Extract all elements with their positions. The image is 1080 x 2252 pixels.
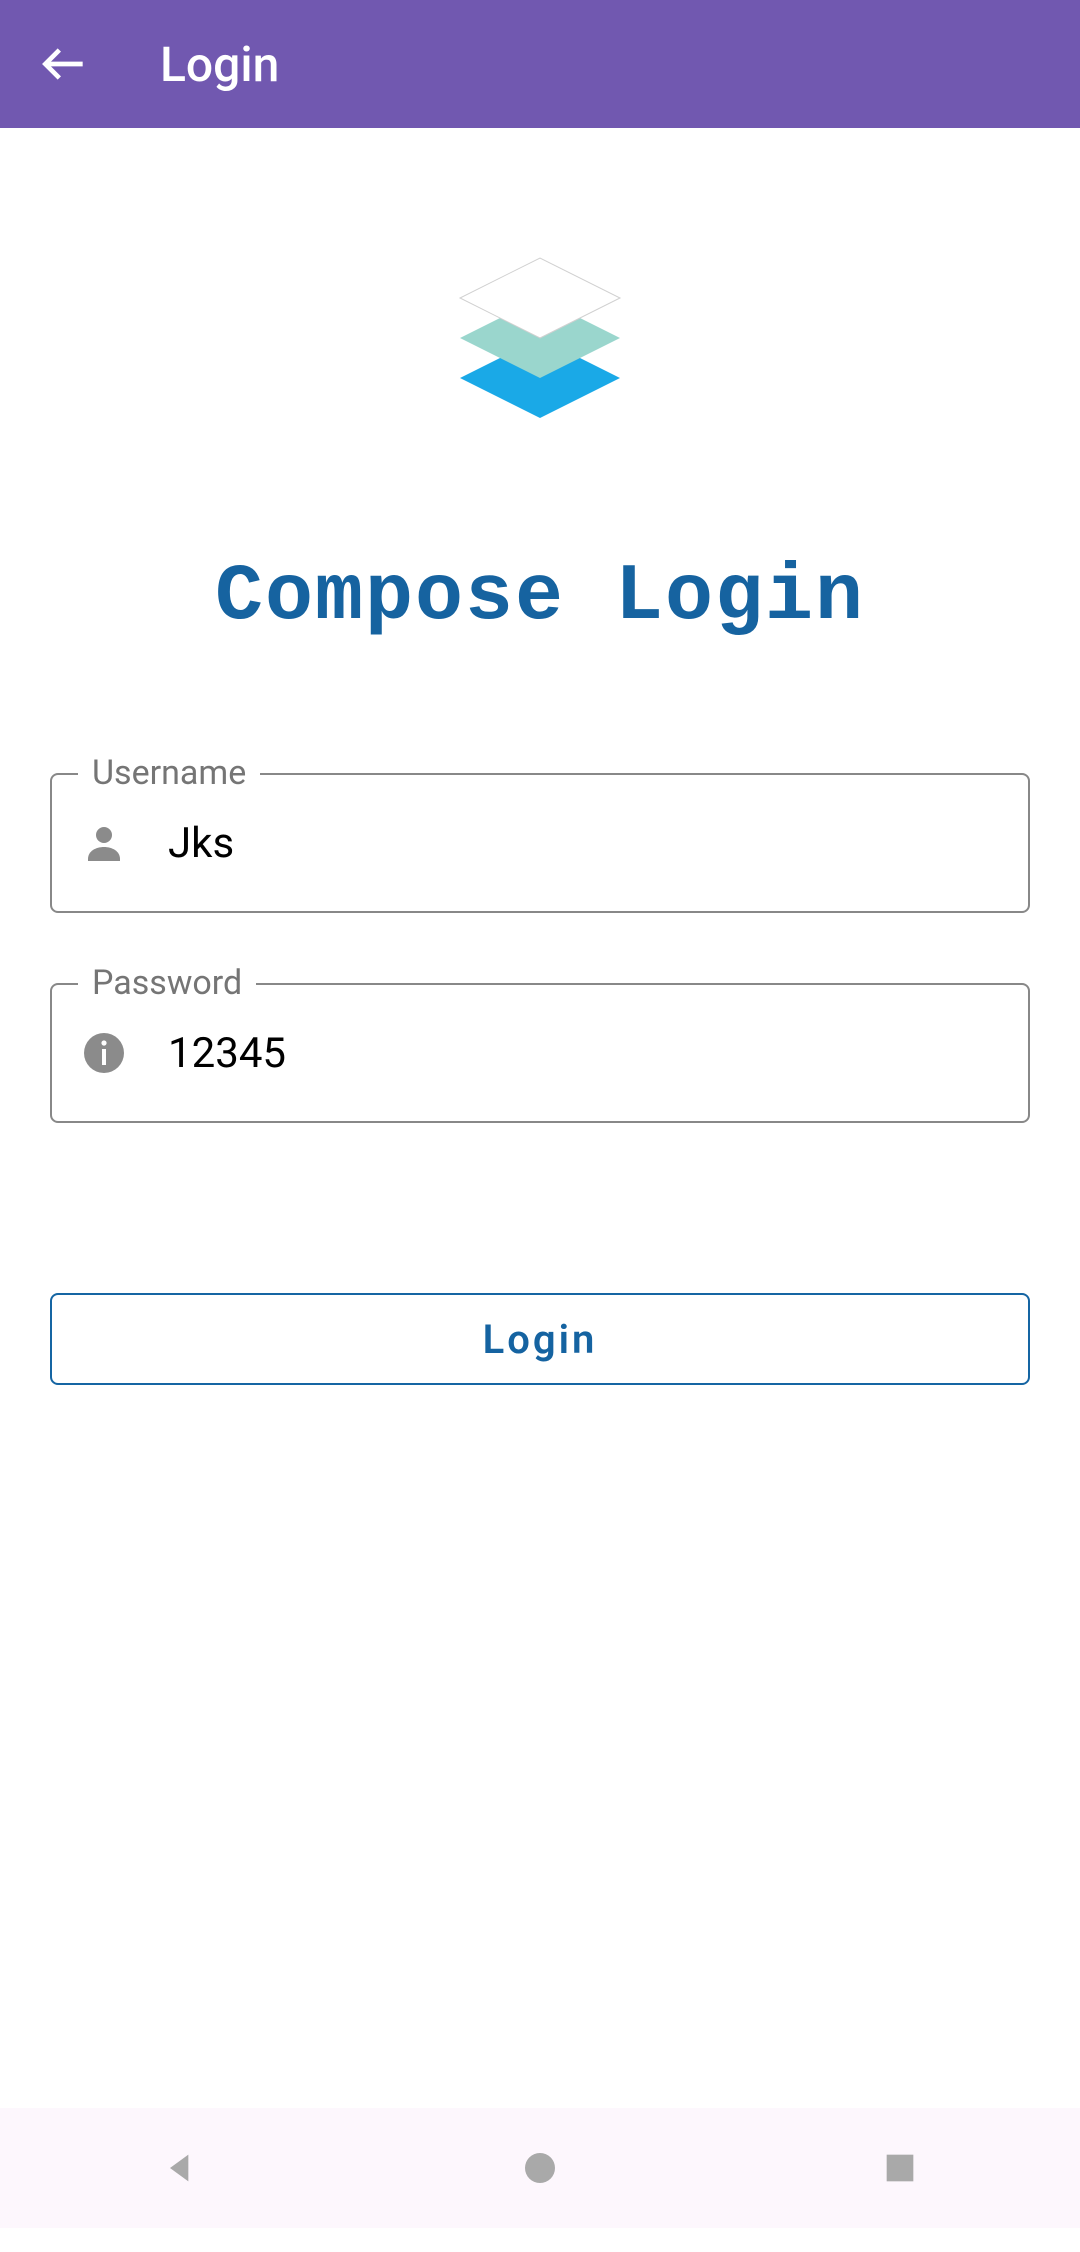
password-input[interactable] [168, 1029, 1000, 1078]
app-logo [440, 248, 640, 452]
login-content: Compose Login Username Password [0, 128, 1080, 1385]
username-box[interactable] [50, 773, 1030, 913]
layers-icon [440, 248, 640, 448]
page-title: Compose Login [215, 552, 865, 643]
login-button[interactable]: Login [50, 1293, 1030, 1385]
username-field: Username [50, 773, 1030, 913]
password-box[interactable] [50, 983, 1030, 1123]
circle-home-icon [520, 2148, 560, 2188]
square-recent-icon [880, 2148, 920, 2188]
nav-recent-button[interactable] [875, 2143, 925, 2193]
password-label: Password [78, 963, 256, 1003]
nav-home-button[interactable] [515, 2143, 565, 2193]
appbar-title: Login [160, 36, 279, 93]
password-field: Password [50, 983, 1030, 1123]
nav-back-button[interactable] [155, 2143, 205, 2193]
username-input[interactable] [168, 819, 1000, 868]
system-nav-bar [0, 2108, 1080, 2228]
info-icon [80, 1029, 128, 1077]
back-button[interactable] [24, 24, 104, 104]
username-label: Username [78, 753, 260, 793]
app-bar: Login [0, 0, 1080, 128]
triangle-back-icon [160, 2148, 200, 2188]
arrow-left-icon [36, 36, 92, 92]
person-icon [80, 819, 128, 867]
